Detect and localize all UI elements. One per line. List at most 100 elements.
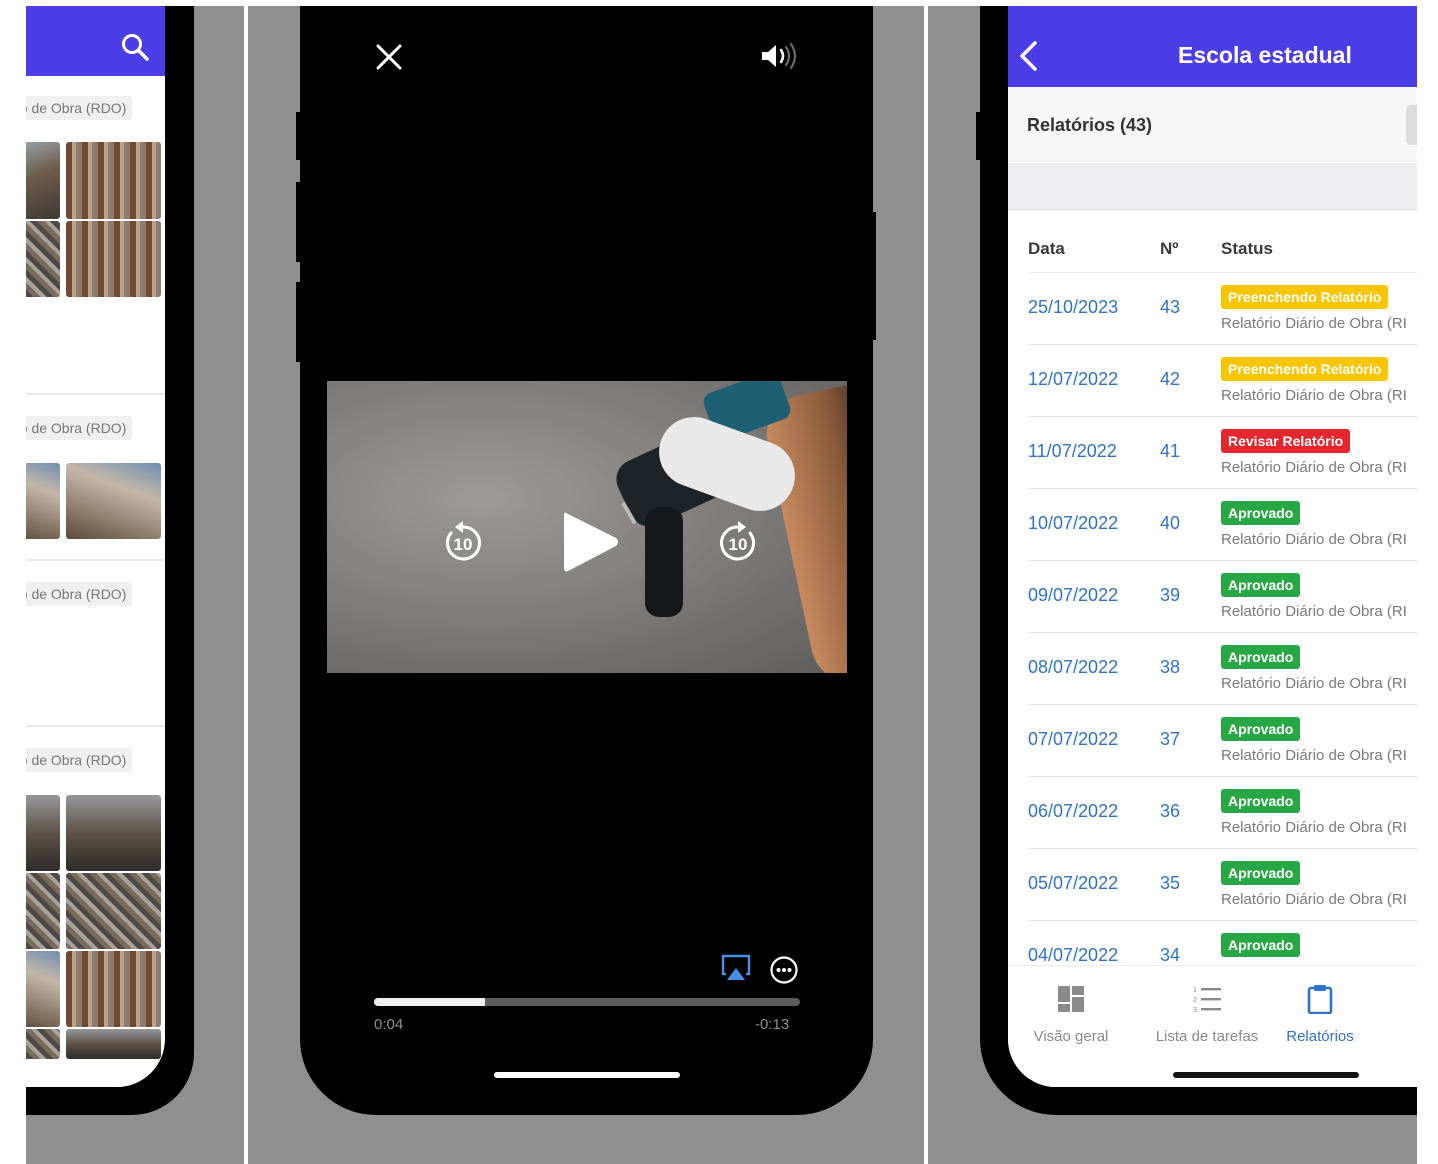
- row-date[interactable]: 06/07/2022: [1028, 801, 1118, 822]
- row-date[interactable]: 12/07/2022: [1028, 369, 1118, 390]
- column-header-date: Data: [1028, 239, 1065, 258]
- status-badge: Preenchendo Relatório: [1221, 285, 1389, 309]
- elapsed-time: 0:04: [374, 1016, 404, 1033]
- table-row[interactable]: 07/07/2022 37 Aprovado Relatório Diário de …: [1028, 705, 1417, 777]
- left-phone-frame: rio de Obra (RDO) rio de Obra (RDO) rio …: [26, 6, 194, 1115]
- row-number[interactable]: 40: [1160, 513, 1180, 534]
- row-date[interactable]: 08/07/2022: [1028, 657, 1118, 678]
- site-photo[interactable]: [66, 1029, 161, 1059]
- status-badge: Aprovado: [1221, 501, 1301, 525]
- row-date[interactable]: 07/07/2022: [1028, 729, 1118, 750]
- row-number[interactable]: 43: [1160, 297, 1180, 318]
- site-photo[interactable]: [66, 463, 161, 539]
- page-title: Escola estadual: [1178, 42, 1352, 68]
- right-panel: Escola estadual Relatórios (43) Data Nº …: [928, 6, 1417, 1164]
- row-date[interactable]: 10/07/2022: [1028, 513, 1118, 534]
- tab-lista-de-tarefas[interactable]: 1 2 3 Lista de tarefas: [1142, 966, 1272, 1046]
- card-divider: [26, 725, 165, 727]
- svg-text:1: 1: [1193, 987, 1197, 994]
- playback-scrubber[interactable]: [374, 998, 800, 1006]
- table-row[interactable]: 12/07/2022 42 Preenchendo Relatório Relatór…: [1028, 345, 1417, 417]
- close-icon[interactable]: [374, 42, 404, 72]
- row-number[interactable]: 39: [1160, 585, 1180, 606]
- volume-icon[interactable]: [760, 42, 802, 70]
- card-divider: [26, 393, 165, 395]
- tab-label: Relatórios: [1286, 1028, 1354, 1045]
- row-description: Relatório Diário de Obra (RI: [1221, 603, 1407, 620]
- status-badge: Aprovado: [1221, 573, 1301, 597]
- site-photo[interactable]: [26, 951, 60, 1027]
- site-photo[interactable]: [66, 951, 161, 1027]
- row-date[interactable]: 25/10/2023: [1028, 297, 1118, 318]
- row-description: Relatório Diário de Obra (RI: [1221, 675, 1407, 692]
- table-row[interactable]: 06/07/2022 36 Aprovado Relatório Diário de …: [1028, 777, 1417, 849]
- home-indicator[interactable]: [1173, 1072, 1359, 1078]
- table-row[interactable]: 05/07/2022 35 Aprovado Relatório Diário de …: [1028, 849, 1417, 921]
- row-description: Relatório Diário de Obra (RI: [1221, 459, 1407, 476]
- row-number[interactable]: 38: [1160, 657, 1180, 678]
- search-icon[interactable]: [120, 32, 150, 62]
- more-options-icon[interactable]: [769, 955, 799, 985]
- video-scene: [759, 381, 847, 673]
- row-number[interactable]: 37: [1160, 729, 1180, 750]
- reports-screen: Escola estadual Relatórios (43) Data Nº …: [1008, 6, 1417, 1087]
- tab-label: Lista de tarefas: [1155, 1028, 1259, 1045]
- row-date[interactable]: 05/07/2022: [1028, 873, 1118, 894]
- reports-phone: Escola estadual Relatórios (43) Data Nº …: [980, 6, 1417, 1115]
- site-photo[interactable]: [26, 795, 60, 871]
- table-row[interactable]: 11/07/2022 41 Revisar Relatório Relatório D…: [1028, 417, 1417, 489]
- back-arrow-icon[interactable]: [1018, 40, 1038, 72]
- row-date[interactable]: 11/07/2022: [1028, 441, 1117, 462]
- video-frame[interactable]: 10 10: [327, 381, 847, 673]
- row-description: Relatório Diário de Obra (RI: [1221, 531, 1407, 548]
- dashboard-icon: [1058, 986, 1084, 1012]
- row-description: Relatório Diário de Obra (RI: [1221, 747, 1407, 764]
- tab-visão-geral[interactable]: Visão geral: [1017, 966, 1125, 1046]
- svg-text:2: 2: [1193, 997, 1197, 1004]
- skip-forward-label: 10: [729, 535, 748, 554]
- table-header: Data Nº Status: [1028, 211, 1417, 273]
- table-row[interactable]: 25/10/2023 43 Preenchendo Relatório Relatór…: [1028, 273, 1417, 345]
- row-number[interactable]: 35: [1160, 873, 1180, 894]
- table-row[interactable]: 08/07/2022 38 Aprovado Relatório Diário de …: [1028, 633, 1417, 705]
- rdo-tag: rio de Obra (RDO): [26, 96, 133, 120]
- skip-forward-icon[interactable]: 10: [716, 519, 760, 565]
- remaining-time: -0:13: [755, 1016, 790, 1033]
- site-photo[interactable]: [26, 142, 60, 219]
- table-row[interactable]: 09/07/2022 39 Aprovado Relatório Diário de …: [1028, 561, 1417, 633]
- site-photo[interactable]: [66, 795, 161, 871]
- skip-back-icon[interactable]: 10: [441, 519, 485, 565]
- filter-button[interactable]: [1406, 105, 1417, 145]
- card-divider: [26, 559, 165, 561]
- clipboard-icon: [1307, 985, 1333, 1014]
- site-photo[interactable]: [26, 873, 60, 949]
- site-photo[interactable]: [66, 221, 161, 297]
- video-player-phone: 10 10 0:04 -0:13: [300, 6, 873, 1115]
- row-description: Relatório Diário de Obra (RI: [1221, 387, 1407, 404]
- airplay-icon[interactable]: [721, 954, 751, 982]
- play-icon[interactable]: [560, 509, 620, 575]
- playback-progress: [374, 998, 485, 1006]
- status-badge: Aprovado: [1221, 861, 1301, 885]
- status-badge: Aprovado: [1221, 717, 1301, 741]
- column-header-status: Status: [1221, 239, 1273, 258]
- site-photo[interactable]: [66, 873, 161, 949]
- site-photo[interactable]: [26, 1029, 60, 1059]
- video-scene: [645, 507, 683, 617]
- site-photo[interactable]: [26, 463, 60, 539]
- site-photo[interactable]: [26, 221, 60, 297]
- tab-relatórios[interactable]: Relatórios: [1270, 966, 1370, 1046]
- row-date[interactable]: 09/07/2022: [1028, 585, 1118, 606]
- rdo-tag: rio de Obra (RDO): [26, 416, 133, 440]
- row-number[interactable]: 42: [1160, 369, 1180, 390]
- home-indicator[interactable]: [494, 1072, 680, 1078]
- row-number[interactable]: 36: [1160, 801, 1180, 822]
- table-row[interactable]: 10/07/2022 40 Aprovado Relatório Diário de …: [1028, 489, 1417, 561]
- skip-back-label: 10: [454, 535, 473, 554]
- table-row[interactable]: 04/07/202234AprovadoRelatório Diário de …: [1028, 921, 1417, 965]
- row-number[interactable]: 41: [1160, 441, 1180, 462]
- row-number[interactable]: 34: [1160, 945, 1180, 965]
- site-photo[interactable]: [66, 142, 161, 219]
- row-date[interactable]: 04/07/2022: [1028, 945, 1118, 965]
- status-badge: Revisar Relatório: [1221, 429, 1351, 453]
